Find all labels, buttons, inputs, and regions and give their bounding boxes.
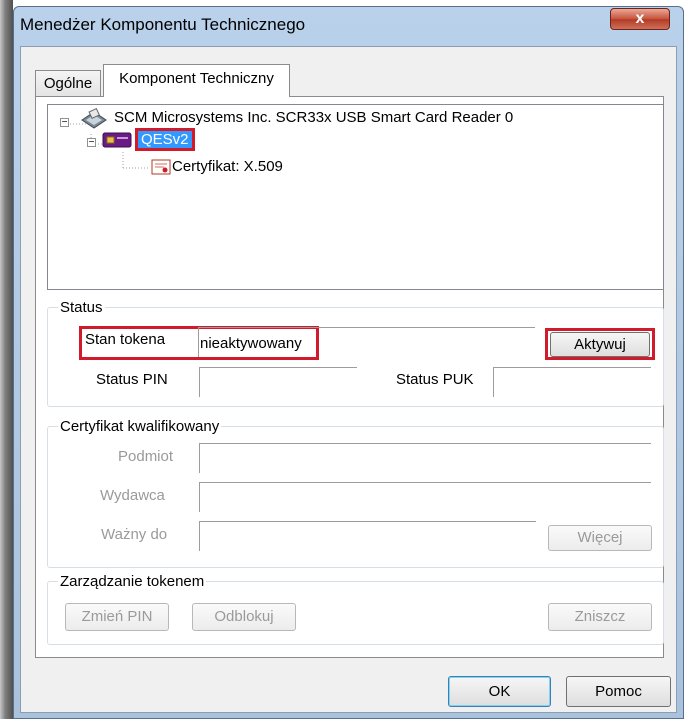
change-pin-button[interactable]: Zmień PIN <box>65 603 169 631</box>
window-title: Menedżer Komponentu Technicznego <box>20 15 306 34</box>
reader-collapse-toggle[interactable]: − <box>60 118 69 128</box>
pin-status-field <box>199 367 357 397</box>
pin-status-label: Status PIN <box>96 371 168 388</box>
valid-to-label: Ważny do <box>101 526 168 543</box>
close-button[interactable]: x <box>610 8 670 30</box>
token-state-value: nieaktywowany <box>200 335 302 352</box>
more-button[interactable]: Więcej <box>548 525 652 551</box>
puk-status-field <box>493 367 651 397</box>
issuer-field <box>199 482 651 512</box>
background-window-edge <box>0 0 13 719</box>
tree-item-token-qesv2[interactable]: QESv2 <box>135 128 195 151</box>
valid-to-field <box>199 521 536 551</box>
certificate-icon <box>151 158 171 180</box>
tab-general[interactable]: Ogólne <box>35 70 101 96</box>
tree-item-card-reader[interactable]: SCM Microsystems Inc. SCR33x USB Smart C… <box>114 109 513 126</box>
destroy-button[interactable]: Zniszcz <box>548 603 652 631</box>
tree-item-certificate[interactable]: Certyfikat: X.509 <box>172 158 283 175</box>
token-management-legend: Zarządzanie tokenem <box>60 573 205 590</box>
status-legend: Status <box>60 299 103 316</box>
subject-label: Podmiot <box>118 448 174 465</box>
smart-card-icon <box>102 131 132 153</box>
close-icon: x <box>635 10 645 27</box>
ok-button[interactable]: OK <box>448 676 551 707</box>
activate-button[interactable]: Aktywuj <box>550 332 650 357</box>
token-collapse-toggle[interactable]: − <box>87 138 96 148</box>
help-button[interactable]: Pomoc <box>566 676 671 707</box>
subject-field <box>199 443 651 473</box>
puk-status-label: Status PUK <box>396 371 474 388</box>
issuer-label: Wydawca <box>100 487 165 504</box>
tab-technical-component[interactable]: Komponent Techniczny <box>103 64 290 97</box>
token-state-label: Stan tokena <box>85 331 166 348</box>
unblock-button[interactable]: Odblokuj <box>192 603 296 631</box>
qualified-certificate-legend: Certyfikat kwalifikowany <box>60 418 220 435</box>
